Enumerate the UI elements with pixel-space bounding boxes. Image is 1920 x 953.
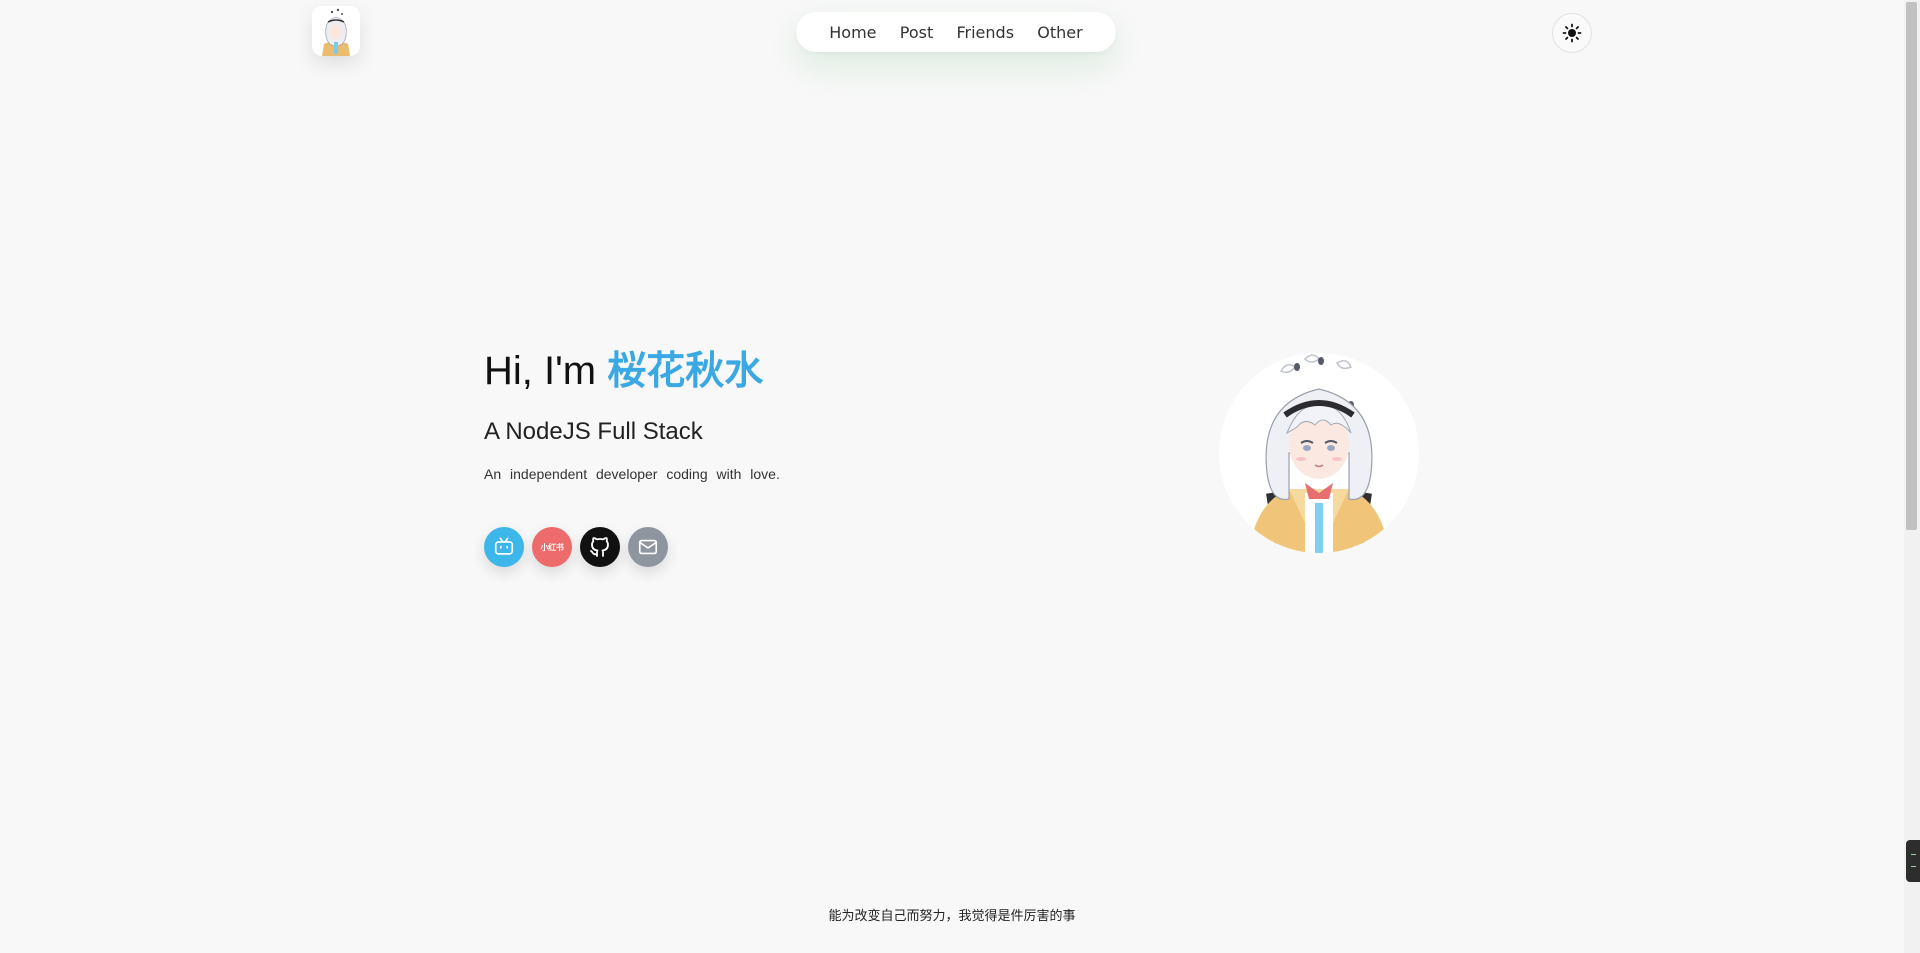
sun-icon <box>1562 23 1582 43</box>
bilibili-icon <box>494 537 514 555</box>
site-logo[interactable] <box>312 6 360 56</box>
nav-friends[interactable]: Friends <box>956 23 1014 42</box>
github-icon <box>590 537 609 557</box>
page: Home Post Friends Other Hi, I'm 桜花秋水 A N… <box>0 0 1920 953</box>
nav-post[interactable]: Post <box>900 23 933 42</box>
bilibili-button[interactable] <box>484 527 524 567</box>
social-links: 小红书 <box>484 527 668 567</box>
hero-tagline: An independent developer coding with lov… <box>484 466 780 482</box>
hero-name: 桜花秋水 <box>607 349 764 394</box>
mail-icon <box>638 539 658 555</box>
scrollbar-thumb[interactable] <box>1906 2 1917 530</box>
theme-toggle-button[interactable] <box>1552 13 1592 53</box>
hero-subtitle: A NodeJS Full Stack <box>484 418 703 445</box>
side-widget-tab[interactable] <box>1906 840 1920 882</box>
email-button[interactable] <box>628 527 668 567</box>
avatar-illustration <box>1219 353 1419 553</box>
page-scrollbar[interactable] <box>1904 0 1920 953</box>
github-button[interactable] <box>580 527 620 567</box>
xiaohongshu-icon: 小红书 <box>540 542 564 552</box>
footer-quote: 能为改变自己而努力，我觉得是件厉害的事 <box>828 909 1076 924</box>
nav-other[interactable]: Other <box>1037 23 1082 42</box>
profile-avatar <box>1219 353 1419 553</box>
xiaohongshu-button[interactable]: 小红书 <box>532 527 572 567</box>
nav-home[interactable]: Home <box>829 23 876 42</box>
main-nav: Home Post Friends Other <box>796 12 1116 52</box>
hero-title: Hi, I'm 桜花秋水 <box>484 340 763 396</box>
hero-greeting: Hi, I'm <box>484 349 608 393</box>
logo-avatar-image <box>312 6 360 56</box>
